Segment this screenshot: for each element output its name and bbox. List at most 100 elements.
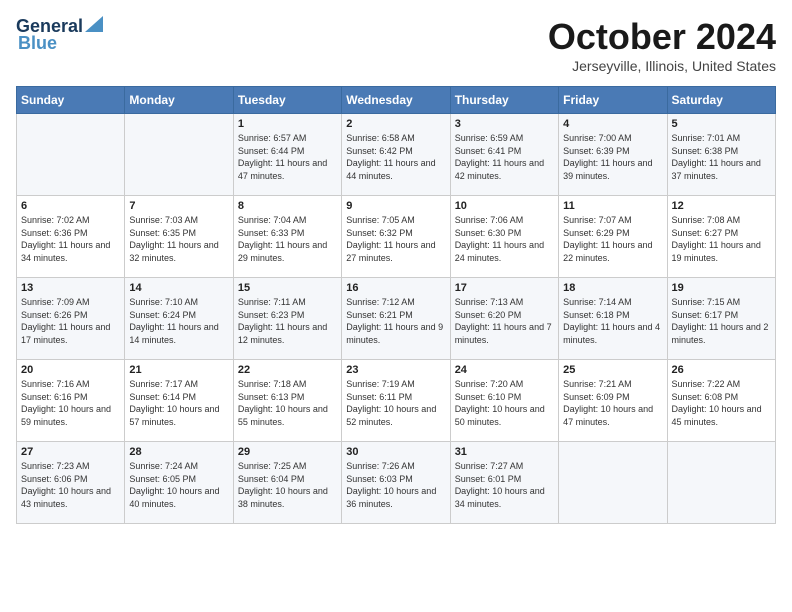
- day-number: 2: [346, 118, 445, 130]
- calendar-cell: 20 Sunrise: 7:16 AMSunset: 6:16 PMDayligh…: [17, 360, 125, 442]
- column-header-sunday: Sunday: [17, 87, 125, 114]
- title-block: October 2024 Jerseyville, Illinois, Unit…: [548, 16, 776, 74]
- day-number: 28: [129, 446, 228, 458]
- cell-sun-info: Sunrise: 7:14 AMSunset: 6:18 PMDaylight:…: [563, 296, 662, 346]
- day-number: 23: [346, 364, 445, 376]
- week-row-5: 27Sunrise: 7:23 AMSunset: 6:06 PMDayligh…: [17, 442, 776, 524]
- calendar-cell: 7 Sunrise: 7:03 AMSunset: 6:35 PMDaylight…: [125, 196, 233, 278]
- cell-sun-info: Sunrise: 7:23 AMSunset: 6:06 PMDaylight:…: [21, 460, 120, 510]
- calendar-cell: 29 Sunrise: 7:25 AMSunset: 6:04 PMDayligh…: [233, 442, 341, 524]
- day-number: 7: [129, 200, 228, 212]
- column-header-thursday: Thursday: [450, 87, 558, 114]
- day-number: 12: [672, 200, 771, 212]
- calendar-cell: 26 Sunrise: 7:22 AMSunset: 6:08 PMDayligh…: [667, 360, 775, 442]
- week-row-3: 13Sunrise: 7:09 AMSunset: 6:26 PMDayligh…: [17, 278, 776, 360]
- cell-sun-info: Sunrise: 7:17 AMSunset: 6:14 PMDaylight:…: [129, 378, 228, 428]
- calendar-cell: 9Sunrise: 7:05 AMSunset: 6:32 PMDaylight…: [342, 196, 450, 278]
- cell-sun-info: Sunrise: 7:18 AMSunset: 6:13 PMDaylight:…: [238, 378, 337, 428]
- calendar-cell: 14Sunrise: 7:10 AMSunset: 6:24 PMDayligh…: [125, 278, 233, 360]
- calendar-cell: 30 Sunrise: 7:26 AMSunset: 6:03 PMDayligh…: [342, 442, 450, 524]
- calendar-cell: 15Sunrise: 7:11 AMSunset: 6:23 PMDayligh…: [233, 278, 341, 360]
- cell-sun-info: Sunrise: 6:58 AMSunset: 6:42 PMDaylight:…: [346, 132, 445, 182]
- calendar-cell: 25 Sunrise: 7:21 AMSunset: 6:09 PMDayligh…: [559, 360, 667, 442]
- day-number: 11: [563, 200, 662, 212]
- column-header-wednesday: Wednesday: [342, 87, 450, 114]
- cell-sun-info: Sunrise: 7:20 AMSunset: 6:10 PMDaylight:…: [455, 378, 554, 428]
- calendar-cell: 22Sunrise: 7:18 AMSunset: 6:13 PMDayligh…: [233, 360, 341, 442]
- cell-sun-info: Sunrise: 7:15 AMSunset: 6:17 PMDaylight:…: [672, 296, 771, 346]
- calendar-cell: 27Sunrise: 7:23 AMSunset: 6:06 PMDayligh…: [17, 442, 125, 524]
- cell-sun-info: Sunrise: 7:19 AMSunset: 6:11 PMDaylight:…: [346, 378, 445, 428]
- day-number: 14: [129, 282, 228, 294]
- cell-sun-info: Sunrise: 6:57 AMSunset: 6:44 PMDaylight:…: [238, 132, 337, 182]
- calendar-cell: 19 Sunrise: 7:15 AMSunset: 6:17 PMDayligh…: [667, 278, 775, 360]
- day-number: 4: [563, 118, 662, 130]
- calendar-cell: 17 Sunrise: 7:13 AMSunset: 6:20 PMDayligh…: [450, 278, 558, 360]
- cell-sun-info: Sunrise: 7:07 AMSunset: 6:29 PMDaylight:…: [563, 214, 662, 264]
- week-row-1: 1 Sunrise: 6:57 AMSunset: 6:44 PMDaylight…: [17, 114, 776, 196]
- day-number: 16: [346, 282, 445, 294]
- cell-sun-info: Sunrise: 7:26 AMSunset: 6:03 PMDaylight:…: [346, 460, 445, 510]
- day-number: 17: [455, 282, 554, 294]
- cell-sun-info: Sunrise: 7:13 AMSunset: 6:20 PMDaylight:…: [455, 296, 554, 346]
- cell-sun-info: Sunrise: 7:09 AMSunset: 6:26 PMDaylight:…: [21, 296, 120, 346]
- calendar-cell: [559, 442, 667, 524]
- day-number: 6: [21, 200, 120, 212]
- cell-sun-info: Sunrise: 7:02 AMSunset: 6:36 PMDaylight:…: [21, 214, 120, 264]
- day-number: 1: [238, 118, 337, 130]
- calendar-cell: 12Sunrise: 7:08 AMSunset: 6:27 PMDayligh…: [667, 196, 775, 278]
- calendar-cell: 2 Sunrise: 6:58 AMSunset: 6:42 PMDaylight…: [342, 114, 450, 196]
- column-header-monday: Monday: [125, 87, 233, 114]
- day-number: 21: [129, 364, 228, 376]
- cell-sun-info: Sunrise: 7:25 AMSunset: 6:04 PMDaylight:…: [238, 460, 337, 510]
- calendar-cell: 1 Sunrise: 6:57 AMSunset: 6:44 PMDaylight…: [233, 114, 341, 196]
- calendar-cell: 3Sunrise: 6:59 AMSunset: 6:41 PMDaylight…: [450, 114, 558, 196]
- day-number: 5: [672, 118, 771, 130]
- calendar-cell: 4 Sunrise: 7:00 AMSunset: 6:39 PMDaylight…: [559, 114, 667, 196]
- calendar-cell: 21 Sunrise: 7:17 AMSunset: 6:14 PMDayligh…: [125, 360, 233, 442]
- week-row-4: 20 Sunrise: 7:16 AMSunset: 6:16 PMDayligh…: [17, 360, 776, 442]
- cell-sun-info: Sunrise: 7:21 AMSunset: 6:09 PMDaylight:…: [563, 378, 662, 428]
- calendar-cell: 10Sunrise: 7:06 AMSunset: 6:30 PMDayligh…: [450, 196, 558, 278]
- logo: General Blue: [16, 16, 103, 54]
- day-number: 20: [21, 364, 120, 376]
- day-number: 29: [238, 446, 337, 458]
- logo-triangle-icon: [85, 16, 103, 32]
- day-number: 30: [346, 446, 445, 458]
- day-number: 25: [563, 364, 662, 376]
- calendar-table: SundayMondayTuesdayWednesdayThursdayFrid…: [16, 86, 776, 524]
- calendar-cell: [125, 114, 233, 196]
- calendar-cell: 23 Sunrise: 7:19 AMSunset: 6:11 PMDayligh…: [342, 360, 450, 442]
- page-header: General Blue October 2024 Jerseyville, I…: [16, 16, 776, 74]
- cell-sun-info: Sunrise: 6:59 AMSunset: 6:41 PMDaylight:…: [455, 132, 554, 182]
- week-row-2: 6 Sunrise: 7:02 AMSunset: 6:36 PMDaylight…: [17, 196, 776, 278]
- cell-sun-info: Sunrise: 7:04 AMSunset: 6:33 PMDaylight:…: [238, 214, 337, 264]
- cell-sun-info: Sunrise: 7:24 AMSunset: 6:05 PMDaylight:…: [129, 460, 228, 510]
- day-number: 15: [238, 282, 337, 294]
- column-header-row: SundayMondayTuesdayWednesdayThursdayFrid…: [17, 87, 776, 114]
- cell-sun-info: Sunrise: 7:00 AMSunset: 6:39 PMDaylight:…: [563, 132, 662, 182]
- day-number: 24: [455, 364, 554, 376]
- cell-sun-info: Sunrise: 7:03 AMSunset: 6:35 PMDaylight:…: [129, 214, 228, 264]
- column-header-friday: Friday: [559, 87, 667, 114]
- calendar-cell: 11 Sunrise: 7:07 AMSunset: 6:29 PMDayligh…: [559, 196, 667, 278]
- calendar-cell: 24 Sunrise: 7:20 AMSunset: 6:10 PMDayligh…: [450, 360, 558, 442]
- cell-sun-info: Sunrise: 7:01 AMSunset: 6:38 PMDaylight:…: [672, 132, 771, 182]
- calendar-cell: 6 Sunrise: 7:02 AMSunset: 6:36 PMDaylight…: [17, 196, 125, 278]
- day-number: 18: [563, 282, 662, 294]
- month-title: October 2024: [548, 16, 776, 58]
- cell-sun-info: Sunrise: 7:12 AMSunset: 6:21 PMDaylight:…: [346, 296, 445, 346]
- column-header-tuesday: Tuesday: [233, 87, 341, 114]
- calendar-cell: 8Sunrise: 7:04 AMSunset: 6:33 PMDaylight…: [233, 196, 341, 278]
- day-number: 19: [672, 282, 771, 294]
- cell-sun-info: Sunrise: 7:22 AMSunset: 6:08 PMDaylight:…: [672, 378, 771, 428]
- column-header-saturday: Saturday: [667, 87, 775, 114]
- calendar-cell: [17, 114, 125, 196]
- cell-sun-info: Sunrise: 7:27 AMSunset: 6:01 PMDaylight:…: [455, 460, 554, 510]
- cell-sun-info: Sunrise: 7:16 AMSunset: 6:16 PMDaylight:…: [21, 378, 120, 428]
- calendar-cell: [667, 442, 775, 524]
- calendar-cell: 13Sunrise: 7:09 AMSunset: 6:26 PMDayligh…: [17, 278, 125, 360]
- calendar-cell: 18 Sunrise: 7:14 AMSunset: 6:18 PMDayligh…: [559, 278, 667, 360]
- day-number: 26: [672, 364, 771, 376]
- calendar-cell: 16 Sunrise: 7:12 AMSunset: 6:21 PMDayligh…: [342, 278, 450, 360]
